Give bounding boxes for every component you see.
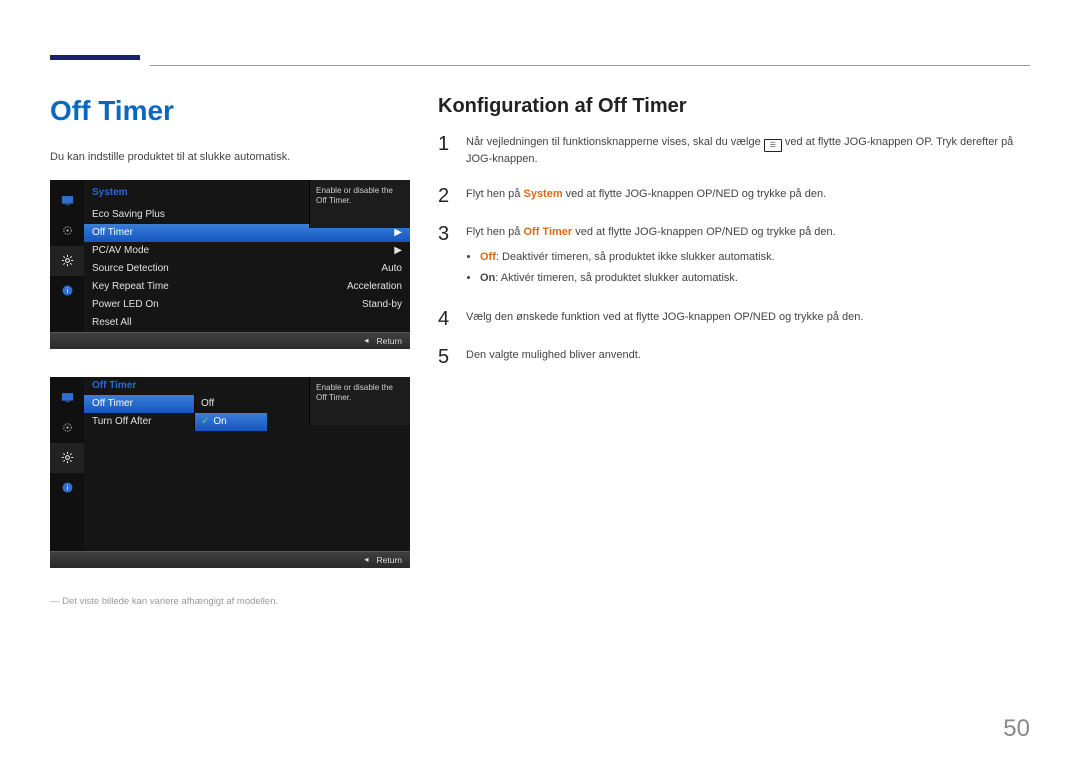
osd-screenshot-system: i Enable or disable the Off Timer. Syste… <box>50 180 410 349</box>
step-number: 2 <box>438 186 452 206</box>
menu-item-label: PC/AV Mode <box>92 245 149 256</box>
horizontal-rule <box>150 65 1030 66</box>
subsection-title: Konfiguration af Off Timer <box>438 95 1030 118</box>
target-icon <box>50 216 84 246</box>
step: 4 Vælg den ønskede funktion ved at flytt… <box>438 309 1030 329</box>
step-body: Flyt hen på System ved at flytte JOG-kna… <box>466 186 826 206</box>
osd-main: Enable or disable the Off Timer. System … <box>84 180 410 332</box>
osd-menu-item: Source Detection Auto <box>84 260 410 278</box>
back-arrow-icon: ◂ <box>364 554 368 565</box>
osd-description: Enable or disable the Off Timer. <box>309 377 410 425</box>
step-body: Når vejledningen til funktionsknapperne … <box>466 134 1030 168</box>
section-title: Off Timer <box>50 95 410 127</box>
gear-icon <box>50 443 84 473</box>
gear-icon <box>50 246 84 276</box>
return-label: Return <box>376 555 402 565</box>
osd-sidebar: i <box>50 180 84 332</box>
popup-item-label: Off Timer <box>84 395 194 413</box>
menu-item-value: ▶ <box>394 227 402 238</box>
osd-menu-item: PC/AV Mode ▶ <box>84 242 410 260</box>
picture-icon <box>50 186 84 216</box>
manual-page: Off Timer Du kan indstille produktet til… <box>0 0 1080 763</box>
menu-item-label: Source Detection <box>92 263 169 274</box>
step-number: 4 <box>438 309 452 329</box>
step-number: 1 <box>438 134 452 168</box>
back-arrow-icon: ◂ <box>364 335 368 346</box>
steps-list: 1 Når vejledningen til funktionsknappern… <box>438 134 1030 367</box>
step-number: 5 <box>438 347 452 367</box>
menu-item-label: Reset All <box>92 317 131 328</box>
menu-item-label: Key Repeat Time <box>92 281 169 292</box>
osd-main: Enable or disable the Off Timer. Off Tim… <box>84 377 410 551</box>
left-column: Off Timer Du kan indstille produktet til… <box>50 95 410 607</box>
menu-item-label: Power LED On <box>92 299 159 310</box>
section-accent-bar <box>50 55 140 60</box>
popup-item-option: Off <box>194 395 267 413</box>
menu-icon: ☰ <box>764 139 782 152</box>
step-body: Vælg den ønskede funktion ved at flytte … <box>466 309 863 329</box>
step-number: 3 <box>438 224 452 291</box>
step: 5 Den valgte mulighed bliver anvendt. <box>438 347 1030 367</box>
picture-icon <box>50 383 84 413</box>
step-body: Flyt hen på Off Timer ved at flytte JOG-… <box>466 224 836 291</box>
popup-item-label: Turn Off After <box>84 413 194 431</box>
osd-menu-item: Reset All <box>84 314 410 332</box>
menu-item-value: Stand-by <box>362 299 402 310</box>
osd-sidebar: i <box>50 377 84 551</box>
check-icon: ✓ <box>201 416 209 427</box>
osd-screenshot-offtimer: i Enable or disable the Off Timer. Off T… <box>50 377 410 568</box>
footnote: Det viste billede kan variere afhængigt … <box>50 596 410 607</box>
step-body: Den valgte mulighed bliver anvendt. <box>466 347 641 367</box>
menu-item-value: Acceleration <box>347 281 402 292</box>
bullet: Off: Deaktivér timeren, så produktet ikk… <box>480 249 836 266</box>
osd-description: Enable or disable the Off Timer. <box>309 180 410 228</box>
osd-menu-item: Power LED On Stand-by <box>84 296 410 314</box>
intro-text: Du kan indstille produktet til at slukke… <box>50 149 410 166</box>
menu-item-label: Eco Saving Plus <box>92 209 165 220</box>
target-icon <box>50 413 84 443</box>
osd-menu-item: Key Repeat Time Acceleration <box>84 278 410 296</box>
osd-footer: ◂ Return <box>50 332 410 349</box>
step: 2 Flyt hen på System ved at flytte JOG-k… <box>438 186 1030 206</box>
return-label: Return <box>376 336 402 346</box>
page-number: 50 <box>1003 715 1030 743</box>
info-icon: i <box>50 276 84 306</box>
step: 3 Flyt hen på Off Timer ved at flytte JO… <box>438 224 1030 291</box>
menu-item-label: Off Timer <box>92 227 133 238</box>
menu-item-value: Auto <box>381 263 402 274</box>
page-top-rule <box>50 35 1030 65</box>
osd-footer: ◂ Return <box>50 551 410 568</box>
info-icon: i <box>50 473 84 503</box>
bullet: On: Aktivér timeren, så produktet slukke… <box>480 270 836 287</box>
step: 1 Når vejledningen til funktionsknappern… <box>438 134 1030 168</box>
right-column: Konfiguration af Off Timer 1 Når vejledn… <box>438 95 1030 607</box>
popup-item-option: ✓On <box>194 413 267 431</box>
sub-bullets: Off: Deaktivér timeren, så produktet ikk… <box>466 249 836 287</box>
menu-item-value: ▶ <box>394 245 402 256</box>
